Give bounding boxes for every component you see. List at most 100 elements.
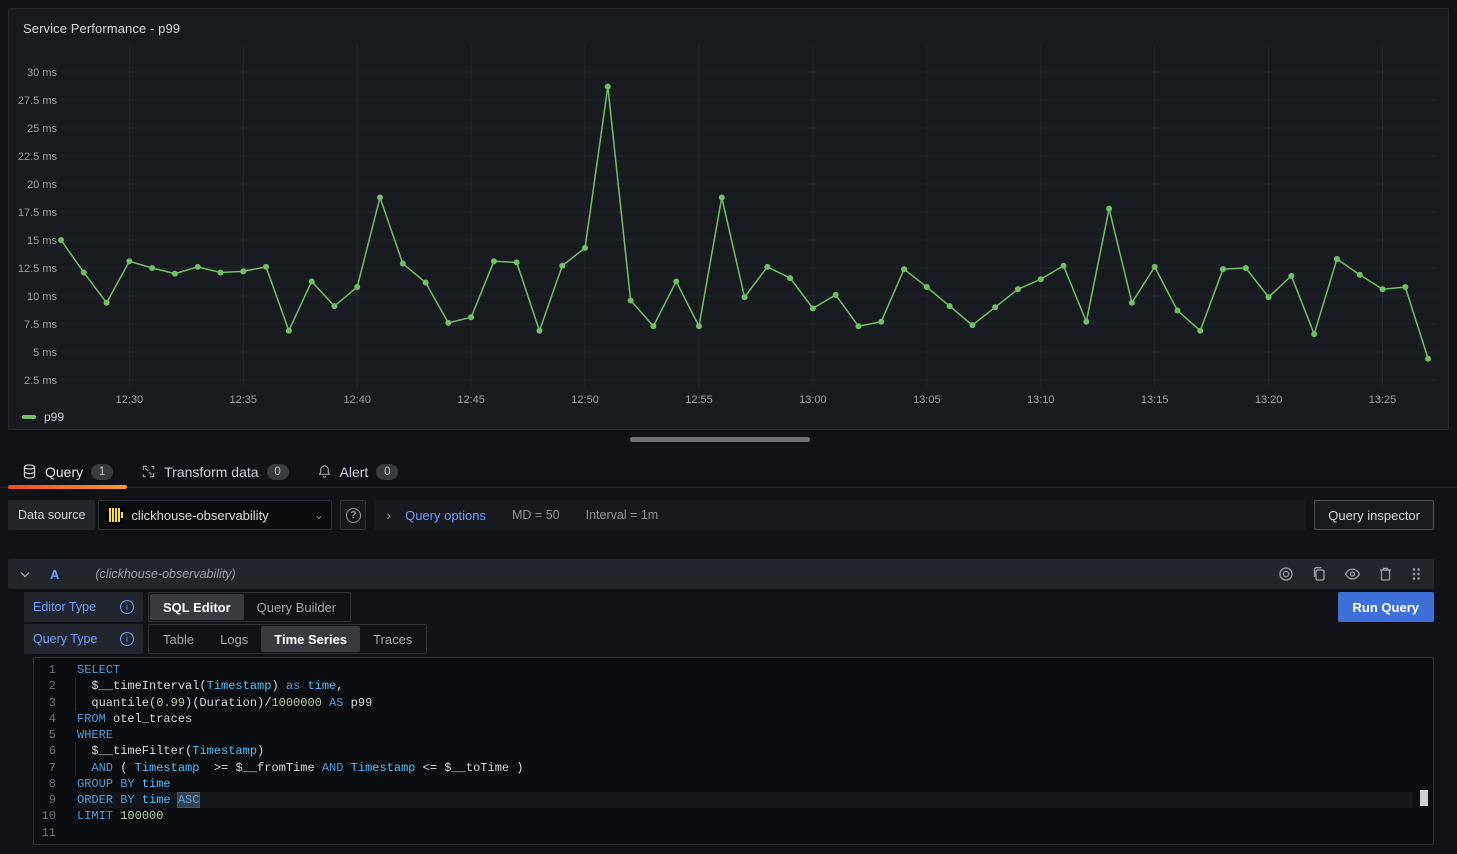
query-options-bar: › Query options MD = 50 Interval = 1m bbox=[374, 500, 1306, 530]
sql-code-editor[interactable]: 1234567891011 SELECT $__timeInterval(Tim… bbox=[33, 657, 1434, 845]
info-icon[interactable]: i bbox=[120, 600, 134, 614]
svg-text:27.5 ms: 27.5 ms bbox=[18, 95, 58, 107]
svg-text:12:40: 12:40 bbox=[343, 394, 371, 406]
tab-transform-count-badge: 0 bbox=[267, 464, 289, 480]
code-line: $__timeFilter(Timestamp) bbox=[77, 743, 1413, 759]
svg-text:15 ms: 15 ms bbox=[27, 235, 57, 247]
svg-text:22.5 ms: 22.5 ms bbox=[18, 151, 58, 163]
timeseries-chart[interactable]: 30 ms 27.5 ms 25 ms 22.5 ms 20 ms 17.5 ms 15 m… bbox=[9, 9, 1448, 429]
query-type-option-logs[interactable]: Logs bbox=[207, 626, 261, 652]
chevron-down-icon: ⌄ bbox=[314, 509, 323, 522]
chevron-right-icon[interactable]: › bbox=[386, 507, 391, 523]
code-lines: SELECT $__timeInterval(Timestamp) as tim… bbox=[77, 662, 1413, 841]
horizontal-scrollbar-thumb[interactable] bbox=[630, 437, 810, 442]
tab-alert-count-badge: 0 bbox=[376, 464, 398, 480]
code-line: GROUP BY time bbox=[77, 776, 1413, 792]
query-options-md: MD = 50 bbox=[512, 508, 560, 522]
datasource-select-value: clickhouse-observability bbox=[131, 508, 307, 523]
query-type-switcher: Table Logs Time Series Traces bbox=[148, 624, 427, 654]
query-type-option-time-series[interactable]: Time Series bbox=[261, 626, 360, 652]
bell-icon bbox=[317, 464, 332, 479]
info-icon[interactable]: i bbox=[120, 632, 134, 646]
editor-type-switcher: SQL Editor Query Builder bbox=[148, 592, 351, 622]
record-circle-icon[interactable] bbox=[1278, 566, 1294, 582]
code-line: LIMIT 100000 bbox=[77, 808, 1413, 824]
query-datasource-hint: (clickhouse-observability) bbox=[95, 567, 235, 581]
datasource-label: Data source bbox=[8, 500, 95, 530]
code-line: AND ( Timestamp >= $__fromTime AND Times… bbox=[77, 760, 1413, 776]
code-line: FROM otel_traces bbox=[77, 711, 1413, 727]
transform-icon bbox=[141, 464, 156, 479]
tab-query-count-badge: 1 bbox=[91, 464, 113, 480]
query-row-header[interactable]: A (clickhouse-observability) bbox=[8, 559, 1434, 589]
trash-icon[interactable] bbox=[1378, 566, 1393, 582]
svg-text:12:55: 12:55 bbox=[685, 394, 713, 406]
svg-text:2.5 ms: 2.5 ms bbox=[24, 375, 58, 387]
svg-text:7.5 ms: 7.5 ms bbox=[24, 319, 58, 331]
query-type-option-table[interactable]: Table bbox=[150, 626, 207, 652]
query-options-interval: Interval = 1m bbox=[586, 508, 659, 522]
svg-text:5 ms: 5 ms bbox=[33, 347, 57, 359]
legend-item-p99[interactable]: p99 bbox=[22, 410, 64, 424]
svg-text:12:45: 12:45 bbox=[457, 394, 485, 406]
query-type-label: Query Type bbox=[33, 632, 97, 646]
svg-text:13:25: 13:25 bbox=[1369, 394, 1397, 406]
database-icon bbox=[22, 464, 37, 479]
svg-text:25 ms: 25 ms bbox=[27, 123, 57, 135]
eye-icon[interactable] bbox=[1344, 566, 1361, 582]
run-query-button[interactable]: Run Query bbox=[1338, 592, 1434, 622]
legend-swatch bbox=[22, 415, 36, 419]
editor-type-row: Editor Type i SQL Editor Query Builder R… bbox=[24, 592, 1434, 622]
tab-query[interactable]: Query 1 bbox=[8, 455, 127, 488]
svg-text:12.5 ms: 12.5 ms bbox=[18, 263, 58, 275]
tab-query-label: Query bbox=[45, 464, 83, 480]
query-ref-id: A bbox=[50, 567, 59, 582]
timeseries-panel: 30 ms 27.5 ms 25 ms 22.5 ms 20 ms 17.5 ms 15 m… bbox=[8, 8, 1449, 430]
tab-alert-label: Alert bbox=[340, 464, 369, 480]
svg-text:13:20: 13:20 bbox=[1255, 394, 1283, 406]
datasource-help-button[interactable]: ? bbox=[340, 500, 366, 530]
query-type-option-traces[interactable]: Traces bbox=[360, 626, 425, 652]
query-toolbar: Data source clickhouse-observability ⌄ ?… bbox=[8, 500, 1434, 530]
datasource-select[interactable]: clickhouse-observability ⌄ bbox=[98, 500, 332, 530]
tab-transform-label: Transform data bbox=[164, 464, 258, 480]
code-line: SELECT bbox=[77, 662, 1413, 678]
clickhouse-logo-icon bbox=[107, 507, 124, 524]
svg-text:12:50: 12:50 bbox=[571, 394, 599, 406]
panel-title: Service Performance - p99 bbox=[23, 21, 180, 36]
legend-label: p99 bbox=[44, 410, 64, 424]
code-line: $__timeInterval(Timestamp) as time, bbox=[77, 678, 1413, 694]
editor-type-option-sql-editor[interactable]: SQL Editor bbox=[150, 594, 244, 620]
code-line: ORDER BY time ASC bbox=[77, 792, 1413, 808]
editor-type-label-box: Editor Type i bbox=[24, 592, 143, 622]
editor-type-option-query-builder[interactable]: Query Builder bbox=[244, 594, 349, 620]
editor-type-label: Editor Type bbox=[33, 600, 96, 614]
svg-text:12:30: 12:30 bbox=[116, 394, 144, 406]
duplicate-query-icon[interactable] bbox=[1311, 566, 1327, 582]
panel-editor-tabbar: Query 1 Transform data 0 Alert 0 bbox=[0, 455, 1457, 488]
query-type-row: Query Type i Table Logs Time Series Trac… bbox=[24, 624, 1434, 654]
query-inspector-button[interactable]: Query inspector bbox=[1314, 500, 1434, 530]
query-row-actions bbox=[1278, 566, 1422, 582]
collapse-chevron-icon[interactable] bbox=[20, 571, 30, 578]
code-line: WHERE bbox=[77, 727, 1413, 743]
help-icon: ? bbox=[346, 508, 361, 523]
svg-text:13:15: 13:15 bbox=[1141, 394, 1169, 406]
svg-text:13:05: 13:05 bbox=[913, 394, 941, 406]
svg-text:10 ms: 10 ms bbox=[27, 291, 57, 303]
query-options-toggle[interactable]: Query options bbox=[405, 508, 486, 523]
svg-text:30 ms: 30 ms bbox=[27, 67, 57, 79]
svg-text:12:35: 12:35 bbox=[230, 394, 258, 406]
svg-text:13:10: 13:10 bbox=[1027, 394, 1055, 406]
overview-ruler-cursor bbox=[1420, 790, 1428, 806]
code-line: quantile(0.99)(Duration)/1000000 AS p99 bbox=[77, 695, 1413, 711]
code-line bbox=[77, 825, 1413, 841]
svg-text:20 ms: 20 ms bbox=[27, 179, 57, 191]
svg-text:17.5 ms: 17.5 ms bbox=[18, 207, 58, 219]
svg-text:13:00: 13:00 bbox=[799, 394, 827, 406]
tab-transform-data[interactable]: Transform data 0 bbox=[127, 455, 302, 488]
query-type-label-box: Query Type i bbox=[24, 624, 143, 654]
drag-handle-icon[interactable] bbox=[1410, 566, 1422, 582]
tab-alert[interactable]: Alert 0 bbox=[303, 455, 413, 488]
line-number-gutter: 1234567891011 bbox=[34, 662, 56, 841]
